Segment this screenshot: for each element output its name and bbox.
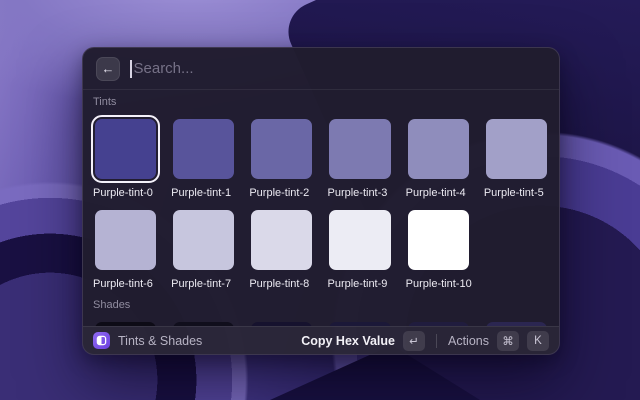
swatch-purple-tint-3[interactable]: Purple-tint-3 (325, 115, 394, 200)
swatch-purple-tint-9[interactable]: Purple-tint-9 (325, 206, 394, 291)
status-bar: Tints & Shades Copy Hex Value ↵ Actions … (83, 326, 559, 354)
color-swatch (95, 119, 156, 179)
shades-grid (91, 318, 551, 326)
search-placeholder: Search... (134, 60, 194, 77)
swatch-purple-tint-2[interactable]: Purple-tint-2 (247, 115, 316, 200)
search-bar: ← Search... (83, 48, 559, 90)
swatch-purple-shade-e[interactable] (404, 318, 473, 326)
color-swatch (408, 119, 469, 179)
search-input[interactable]: Search... (130, 48, 546, 89)
swatch-label: Purple-tint-10 (406, 278, 473, 291)
swatch-purple-tint-0[interactable]: Purple-tint-0 (91, 115, 160, 200)
section-title-shades: Shades (93, 299, 551, 312)
swatch-label: Purple-tint-6 (93, 278, 160, 291)
back-button[interactable]: ← (96, 57, 120, 81)
swatch-label: Purple-tint-5 (484, 187, 551, 200)
swatch-label: Purple-tint-9 (327, 278, 394, 291)
actions-button[interactable]: Actions (448, 334, 489, 348)
color-swatch (329, 210, 390, 270)
swatch-label: Purple-tint-4 (406, 187, 473, 200)
command-icon: ⌘ (502, 334, 514, 348)
swatch-label: Purple-tint-1 (171, 187, 238, 200)
footer-actions: Copy Hex Value ↵ Actions ⌘ K (301, 331, 549, 351)
color-swatch (251, 210, 312, 270)
swatch-purple-tint-6[interactable]: Purple-tint-6 (91, 206, 160, 291)
return-icon: ↵ (409, 334, 419, 348)
swatch-purple-tint-5[interactable]: Purple-tint-5 (482, 115, 551, 200)
command-key-badge[interactable]: ⌘ (497, 331, 519, 351)
primary-action-label[interactable]: Copy Hex Value (301, 334, 395, 348)
swatch-purple-shade-a[interactable] (91, 318, 160, 326)
swatch-purple-shade-b[interactable] (169, 318, 238, 326)
swatch-purple-shade-d[interactable] (325, 318, 394, 326)
swatch-label: Purple-tint-2 (249, 187, 316, 200)
text-cursor (130, 60, 132, 78)
color-swatch (486, 119, 547, 179)
footer-divider (436, 334, 437, 348)
swatch-purple-tint-4[interactable]: Purple-tint-4 (404, 115, 473, 200)
color-swatch (173, 210, 234, 270)
swatch-label: Purple-tint-7 (171, 278, 238, 291)
swatch-purple-tint-8[interactable]: Purple-tint-8 (247, 206, 316, 291)
swatch-label: Purple-tint-3 (327, 187, 394, 200)
k-key-badge[interactable]: K (527, 331, 549, 351)
k-key-label: K (534, 335, 542, 347)
extension-name: Tints & Shades (118, 334, 202, 348)
color-swatch (408, 210, 469, 270)
results-list: Tints Purple-tint-0 Purple-tint-1 Purple… (83, 90, 559, 326)
arrow-left-icon: ← (102, 62, 115, 75)
selection-ring (91, 115, 160, 183)
tints-grid: Purple-tint-0 Purple-tint-1 Purple-tint-… (91, 115, 551, 291)
swatch-label: Purple-tint-8 (249, 278, 316, 291)
swatch-purple-tint-1[interactable]: Purple-tint-1 (169, 115, 238, 200)
swatch-purple-shade-f[interactable] (482, 318, 551, 326)
swatch-purple-tint-7[interactable]: Purple-tint-7 (169, 206, 238, 291)
extension-chip: Tints & Shades (93, 332, 301, 349)
section-title-tints: Tints (93, 96, 551, 109)
color-swatch (95, 210, 156, 270)
launcher-window: ← Search... Tints Purple-tint-0 Purple-t… (82, 47, 560, 355)
color-swatch (251, 119, 312, 179)
enter-key-badge[interactable]: ↵ (403, 331, 425, 351)
swatch-purple-tint-10[interactable]: Purple-tint-10 (404, 206, 473, 291)
color-swatch (329, 119, 390, 179)
half-fill-swatch-icon (96, 335, 107, 346)
tints-shades-app-icon (93, 332, 110, 349)
swatch-label: Purple-tint-0 (93, 187, 160, 200)
swatch-purple-shade-c[interactable] (247, 318, 316, 326)
color-swatch (173, 119, 234, 179)
